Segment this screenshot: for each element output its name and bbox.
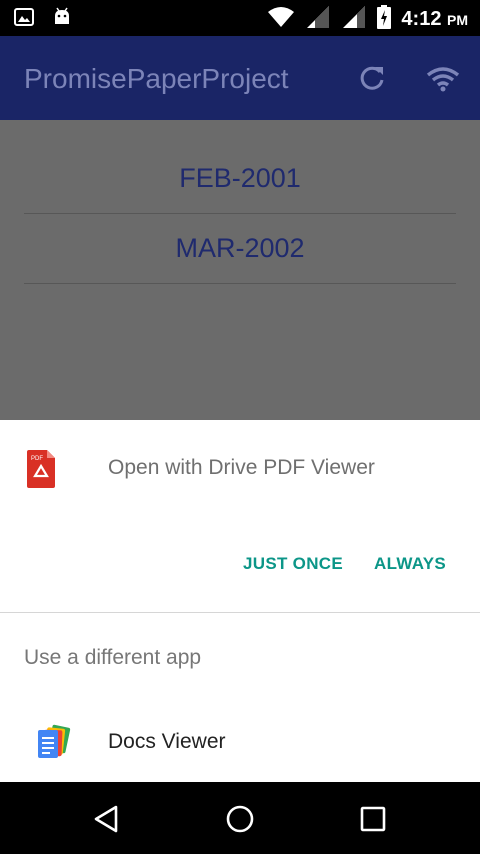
status-time: 4:12 PM: [401, 8, 468, 30]
recents-icon[interactable]: [360, 806, 386, 837]
always-button[interactable]: ALWAYS: [374, 554, 446, 574]
signal-icon: [305, 5, 331, 34]
use-different-app-label: Use a different app: [24, 646, 202, 669]
docs-viewer-icon: [36, 724, 72, 765]
just-once-button[interactable]: JUST ONCE: [243, 554, 343, 574]
wifi-icon[interactable]: [426, 66, 460, 97]
app-title: PromisePaperProject: [24, 63, 289, 94]
android-icon: [52, 7, 72, 32]
app-bar: PromisePaperProject: [0, 36, 480, 120]
home-icon[interactable]: [225, 804, 255, 839]
status-bar: 4:12 PM: [0, 0, 480, 36]
content-list: FEB-2001 MAR-2002: [0, 120, 480, 420]
battery-charging-icon: [377, 5, 392, 34]
app-option-docs-viewer[interactable]: Docs Viewer: [0, 710, 480, 774]
navigation-bar: [0, 782, 480, 854]
back-icon[interactable]: [93, 805, 119, 838]
wifi-icon: [267, 6, 295, 33]
list-item[interactable]: FEB-2001: [24, 144, 456, 214]
svg-text:PDF: PDF: [31, 456, 43, 462]
refresh-icon[interactable]: [358, 64, 386, 97]
app-chooser-sheet: PDF Open with Drive PDF Viewer JUST ONCE…: [0, 420, 480, 782]
drive-pdf-viewer-icon: PDF: [27, 450, 57, 493]
image-icon: [14, 7, 34, 32]
signal-icon: [341, 5, 367, 34]
divider: [0, 612, 480, 613]
list-item[interactable]: MAR-2002: [24, 214, 456, 284]
dialog-title: Open with Drive PDF Viewer: [108, 456, 375, 479]
app-option-label: Docs Viewer: [108, 730, 226, 753]
